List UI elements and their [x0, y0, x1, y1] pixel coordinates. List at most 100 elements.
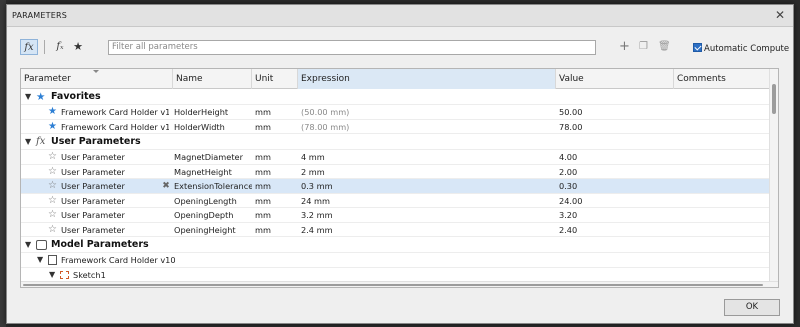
star-icon: ★ — [36, 91, 46, 103]
checkbox-checked-icon[interactable] — [693, 43, 702, 52]
cell-value: 0.30 — [559, 181, 578, 191]
favorite-star-outline-icon[interactable]: ☆ — [48, 208, 57, 222]
table-row[interactable]: ☆ User Parameter MagnetDiameter mm 4 mm … — [21, 150, 778, 165]
cell-parameter: User Parameter — [61, 224, 125, 235]
cell-unit: mm — [255, 195, 271, 206]
delete-parameter-icon[interactable]: 🗑 — [658, 39, 671, 55]
cell-value: 3.20 — [559, 210, 578, 220]
table-row[interactable]: ★ Framework Card Holder v1... HolderHeig… — [21, 105, 778, 120]
cell-unit: mm — [255, 152, 271, 162]
cell-value: 78.00 — [559, 121, 583, 132]
header-value[interactable]: Value — [556, 69, 674, 89]
cell-name: OpeningLength — [174, 195, 237, 206]
group-label: User Parameters — [51, 136, 141, 147]
favorite-star-outline-icon[interactable]: ☆ — [48, 150, 57, 164]
horizontal-scrollbar[interactable] — [21, 281, 778, 287]
favorites-filter-star-icon[interactable]: ★ — [70, 39, 86, 55]
cell-parameter: User Parameter — [61, 181, 125, 191]
table-row-selected[interactable]: ☆ User Parameter ✖ ExtensionTolerance mm… — [21, 179, 778, 194]
chevron-down-icon[interactable]: ▼ — [37, 253, 43, 267]
header-expression[interactable]: Expression — [298, 69, 556, 89]
chevron-down-icon[interactable]: ▼ — [49, 268, 55, 282]
cell-expression[interactable]: 24 mm — [301, 194, 556, 208]
tree-row-document[interactable]: ▼ Framework Card Holder v10 — [21, 253, 778, 268]
chevron-down-icon[interactable]: ▼ — [25, 134, 31, 150]
ok-button[interactable]: OK — [724, 299, 780, 316]
cell-expression[interactable]: (50.00 mm) — [301, 105, 556, 119]
cell-parameter: User Parameter — [61, 166, 125, 177]
cell-value: 24.00 — [559, 195, 583, 206]
favorite-star-filled-icon[interactable]: ★ — [48, 120, 57, 134]
cell-parameter: User Parameter — [61, 210, 125, 220]
close-icon[interactable]: ✕ — [773, 8, 787, 22]
header-comments[interactable]: Comments — [674, 69, 770, 89]
cell-unit: mm — [255, 210, 271, 220]
cell-unit: mm — [255, 181, 271, 191]
toolbar: fx fₓ ★ Filter all parameters + ❐ 🗑 Auto… — [7, 35, 793, 61]
cell-unit: mm — [255, 107, 271, 117]
cell-expression[interactable]: 4 mm — [301, 150, 556, 164]
cell-unit: mm — [255, 224, 271, 235]
cell-name: ExtensionTolerance — [174, 181, 252, 191]
cell-parameter: Framework Card Holder v1... — [61, 107, 169, 117]
table-row[interactable]: ★ Framework Card Holder v1... HolderWidt… — [21, 120, 778, 134]
automatic-compute-checkbox[interactable]: Automatic Compute — [693, 43, 789, 55]
chevron-down-icon[interactable]: ▼ — [25, 237, 31, 253]
cell-unit: mm — [255, 121, 271, 132]
fx-icon: fx — [36, 136, 46, 147]
cell-parameter: User Parameter — [61, 195, 125, 206]
cell-expression[interactable]: 3.2 mm — [301, 208, 556, 222]
cell-name: HolderWidth — [174, 121, 225, 132]
table-row[interactable]: ☆ User Parameter OpeningHeight mm 2.4 mm… — [21, 223, 778, 237]
cell-value: 2.00 — [559, 166, 578, 177]
model-box-icon — [36, 240, 47, 250]
favorite-star-outline-icon[interactable]: ☆ — [48, 165, 57, 179]
document-icon — [48, 255, 57, 265]
cell-name: OpeningDepth — [174, 210, 234, 220]
header-parameter[interactable]: Parameter — [21, 69, 173, 89]
table-body: ▼ ★ Favorites ★ Framework Card Holder v1… — [21, 89, 778, 282]
sketch-icon — [60, 270, 69, 279]
vertical-scrollbar[interactable] — [769, 69, 778, 287]
table-row[interactable]: ☆ User Parameter MagnetHeight mm 2 mm 2.… — [21, 165, 778, 179]
table-row[interactable]: ☆ User Parameter OpeningLength mm 24 mm … — [21, 194, 778, 208]
document-label: Framework Card Holder v10 — [61, 255, 176, 265]
add-parameter-icon[interactable]: + — [619, 39, 630, 55]
group-label: Favorites — [51, 91, 101, 102]
cell-name: MagnetDiameter — [174, 152, 243, 162]
cell-expression[interactable]: 2.4 mm — [301, 223, 556, 237]
parameters-table: Parameter Name Unit Expression Value Com… — [20, 68, 779, 288]
group-model-parameters[interactable]: ▼ Model Parameters — [21, 237, 778, 253]
delete-row-icon[interactable]: ✖ — [161, 179, 171, 193]
favorite-star-filled-icon[interactable]: ★ — [48, 105, 57, 119]
tree-row-sketch[interactable]: ▼ Sketch1 — [21, 268, 778, 282]
cell-parameter: User Parameter — [61, 152, 125, 162]
favorite-star-outline-icon[interactable]: ☆ — [48, 194, 57, 208]
cell-value: 4.00 — [559, 152, 578, 162]
cell-unit: mm — [255, 166, 271, 177]
favorite-star-outline-icon[interactable]: ☆ — [48, 179, 57, 193]
copy-parameter-icon[interactable]: ❐ — [639, 39, 648, 55]
automatic-compute-label: Automatic Compute — [704, 44, 790, 54]
group-favorites[interactable]: ▼ ★ Favorites — [21, 89, 778, 105]
fx-filter-icon[interactable]: fₓ — [52, 39, 68, 55]
cell-expression[interactable]: 0.3 mm — [301, 179, 556, 193]
title-bar: PARAMETERS ✕ — [7, 5, 793, 27]
table-row[interactable]: ☆ User Parameter OpeningDepth mm 3.2 mm … — [21, 208, 778, 223]
cell-expression[interactable]: (78.00 mm) — [301, 120, 556, 134]
horizontal-scrollbar-thumb[interactable] — [23, 284, 763, 286]
header-unit[interactable]: Unit — [252, 69, 298, 89]
favorite-star-outline-icon[interactable]: ☆ — [48, 223, 57, 237]
dialog-title: PARAMETERS — [12, 11, 68, 20]
search-input[interactable]: Filter all parameters — [108, 40, 596, 55]
table-header: Parameter Name Unit Expression Value Com… — [21, 69, 778, 89]
cell-parameter: Framework Card Holder v1... — [61, 121, 169, 132]
vertical-scrollbar-thumb[interactable] — [772, 84, 776, 114]
fx-toggle-button[interactable]: fx — [20, 39, 38, 55]
header-name[interactable]: Name — [173, 69, 252, 89]
chevron-down-icon[interactable]: ▼ — [25, 89, 31, 105]
cell-value: 50.00 — [559, 107, 583, 117]
cell-expression[interactable]: 2 mm — [301, 165, 556, 179]
parameters-dialog: PARAMETERS ✕ fx fₓ ★ Filter all paramete… — [6, 4, 794, 324]
group-user-parameters[interactable]: ▼ fx User Parameters — [21, 134, 778, 150]
